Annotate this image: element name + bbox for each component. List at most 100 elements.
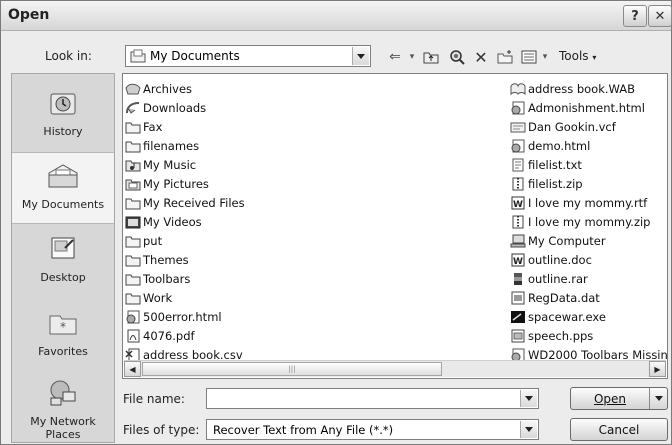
place-network[interactable]: My Network Places (12, 370, 114, 442)
my-documents-icon (48, 164, 78, 188)
list-item[interactable]: Work (125, 288, 172, 307)
place-my-documents[interactable]: My Documents (12, 152, 114, 224)
list-item[interactable]: address book.WAB (510, 79, 635, 98)
rar-file-icon (514, 272, 522, 285)
back-dropdown-icon[interactable]: ▾ (407, 47, 417, 67)
list-item[interactable]: Woutline.doc (510, 250, 592, 269)
list-item[interactable]: 500error.html (125, 307, 222, 326)
folder-icon (125, 198, 141, 209)
folder-icon (125, 236, 141, 247)
scroll-left-button[interactable]: ◀ (124, 361, 141, 377)
folder-icon (125, 141, 141, 152)
my-documents-folder-icon (130, 49, 146, 63)
horizontal-scrollbar[interactable]: ◀ ||| ▶ (124, 360, 666, 377)
up-folder-icon[interactable] (421, 47, 441, 67)
folder-icon (125, 255, 141, 266)
chevron-down-icon: ▾ (592, 53, 597, 62)
list-item[interactable]: spacewar.exe (510, 307, 606, 326)
look-in-value: My Documents (150, 49, 240, 63)
views-dropdown-icon[interactable]: ▾ (539, 47, 551, 67)
open-button[interactable]: Open (570, 387, 668, 410)
pictures-folder-icon (125, 179, 141, 190)
delete-icon[interactable]: ✕ (471, 47, 491, 67)
list-item[interactable]: filelist.txt (510, 155, 582, 174)
pdf-file-icon (127, 329, 140, 342)
list-item[interactable]: 4076.pdf (125, 326, 195, 345)
html-file-icon (126, 310, 140, 323)
folder-icon (125, 122, 141, 133)
my-computer-icon (510, 234, 526, 247)
search-web-icon[interactable] (447, 47, 467, 67)
file-type-dropdown[interactable]: Recover Text from Any File (*.*) (206, 419, 539, 440)
file-list[interactable]: Archives Downloads Fax filenames My Musi… (122, 73, 668, 379)
folder-icon (125, 274, 141, 285)
list-item[interactable]: Archives (125, 79, 192, 98)
look-in-label: Look in: (45, 49, 92, 63)
list-item[interactable]: I love my mommy.zip (510, 212, 650, 231)
list-item[interactable]: filelist.zip (510, 174, 583, 193)
list-item[interactable]: Themes (125, 250, 189, 269)
list-item[interactable]: put (125, 231, 162, 250)
chevron-right-icon: ▶ (654, 364, 661, 374)
html-file-icon (511, 139, 525, 152)
desktop-icon (51, 237, 75, 259)
music-folder-icon (125, 160, 141, 171)
wab-file-icon (510, 82, 526, 95)
history-icon (50, 93, 76, 115)
chevron-down-icon[interactable] (520, 390, 537, 407)
list-item[interactable]: RegData.dat (510, 288, 600, 307)
list-item[interactable]: My Received Files (125, 193, 245, 212)
txt-file-icon (512, 158, 524, 171)
list-item[interactable]: Dan Gookin.vcf (510, 117, 616, 136)
list-item[interactable]: speech.pps (510, 326, 593, 345)
scrollbar-thumb[interactable]: ||| (142, 362, 442, 376)
html-file-icon (511, 101, 525, 114)
place-desktop[interactable]: Desktop (12, 226, 114, 298)
help-button[interactable]: ? (623, 5, 647, 27)
file-type-label: Files of type: (123, 423, 200, 437)
list-item[interactable]: Downloads (125, 98, 206, 117)
network-places-icon (50, 380, 76, 406)
folder-icon (125, 293, 141, 304)
list-item[interactable]: My Computer (510, 231, 606, 250)
list-item[interactable]: WI love my mommy.rtf (510, 193, 647, 212)
list-item[interactable]: My Pictures (125, 174, 209, 193)
places-bar: History My Documents Desktop * Favorites… (11, 73, 115, 443)
list-item[interactable]: outline.rar (510, 269, 588, 288)
vcf-file-icon (510, 122, 526, 132)
svg-text:*: * (60, 320, 66, 334)
grip-icon: ||| (288, 365, 296, 373)
open-options-dropdown[interactable] (649, 388, 667, 409)
svg-text:W: W (513, 200, 523, 210)
list-item[interactable]: Admonishment.html (510, 98, 645, 117)
chevron-down-icon[interactable] (520, 421, 537, 438)
close-button[interactable]: ✕ (648, 5, 672, 27)
views-icon[interactable] (519, 47, 539, 67)
new-folder-icon[interactable] (495, 47, 515, 67)
exe-file-icon (511, 310, 525, 323)
place-label: My Documents (21, 198, 105, 211)
chevron-down-icon[interactable] (352, 47, 369, 65)
scroll-right-button[interactable]: ▶ (649, 361, 666, 377)
video-folder-icon (125, 216, 141, 228)
list-item[interactable]: My Music (125, 155, 196, 174)
close-icon: ✕ (654, 8, 666, 24)
list-item[interactable]: My Videos (125, 212, 202, 231)
dat-file-icon (511, 291, 525, 304)
list-item[interactable]: filenames (125, 136, 199, 155)
list-item[interactable]: demo.html (510, 136, 590, 155)
list-item[interactable]: Toolbars (125, 269, 190, 288)
chevron-left-icon: ◀ (129, 364, 136, 374)
cancel-button[interactable]: Cancel (570, 418, 668, 441)
place-favorites[interactable]: * Favorites (12, 300, 114, 372)
tools-menu[interactable]: Tools ▾ (559, 49, 596, 63)
zip-file-icon (512, 177, 524, 190)
special-folder-icon (125, 83, 141, 94)
title-bar[interactable]: Open ? ✕ (1, 1, 672, 31)
file-name-label: File name: (123, 392, 185, 406)
back-icon[interactable]: ⇐ (385, 47, 405, 67)
file-name-field[interactable] (206, 388, 539, 409)
place-history[interactable]: History (12, 80, 114, 152)
look-in-dropdown[interactable]: My Documents (125, 45, 371, 67)
list-item[interactable]: Fax (125, 117, 162, 136)
